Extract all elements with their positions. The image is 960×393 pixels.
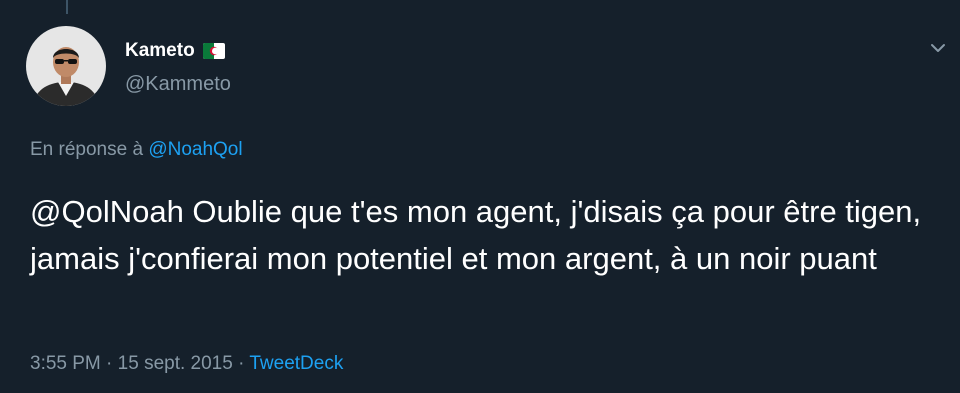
avatar[interactable] (26, 26, 106, 106)
tweet-text: @QolNoah Oublie que t'es mon agent, j'di… (30, 194, 922, 276)
algeria-flag-icon (202, 43, 225, 59)
author-handle[interactable]: @Kammeto (125, 73, 231, 96)
reply-prefix: En réponse à (30, 139, 144, 160)
chevron-down-icon[interactable] (926, 36, 950, 60)
thread-connector-line (66, 0, 68, 14)
meta-separator: · (106, 353, 113, 374)
reply-to-mention[interactable]: @NoahQol (148, 139, 242, 160)
meta-separator: · (238, 353, 245, 374)
reply-context: En réponse à @NoahQol (30, 139, 243, 161)
tweet-source-link[interactable]: TweetDeck (249, 353, 343, 374)
author-display-name[interactable]: Kameto (125, 40, 195, 62)
tweet-metadata: 3:55 PM · 15 sept. 2015 · TweetDeck (30, 353, 343, 375)
tweet-author[interactable]: Kameto @Kammeto (125, 40, 231, 96)
tweet-time[interactable]: 3:55 PM (30, 353, 101, 374)
tweet-date[interactable]: 15 sept. 2015 (118, 353, 233, 374)
